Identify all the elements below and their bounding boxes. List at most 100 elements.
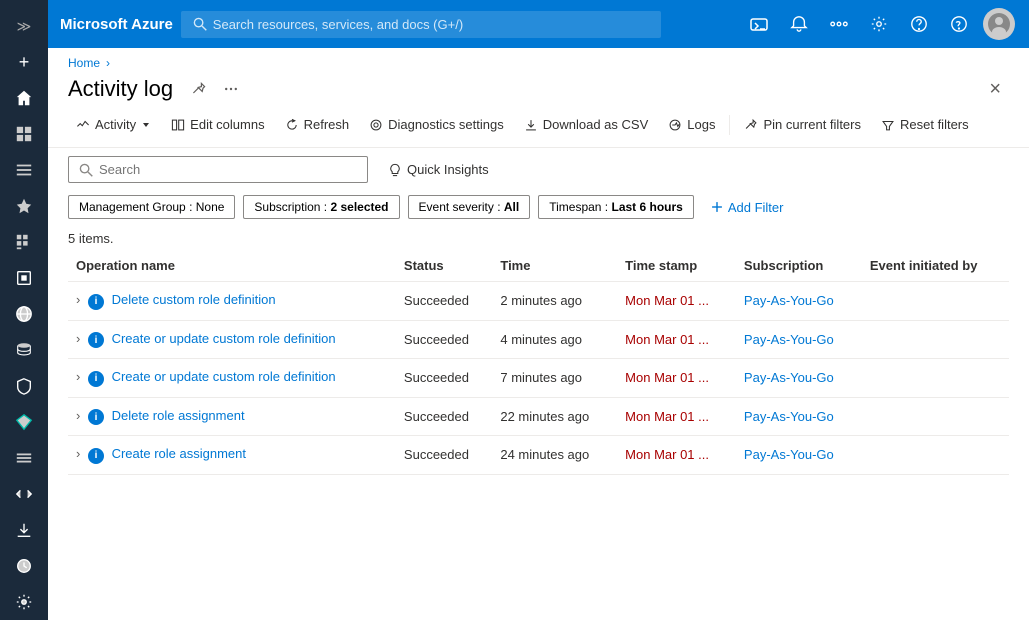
sidebar-create[interactable]: + (0, 44, 48, 80)
col-status: Status (396, 250, 492, 282)
subscription-link[interactable]: Pay-As-You-Go (744, 293, 834, 308)
sidebar-list[interactable] (0, 152, 48, 188)
sidebar-expand[interactable]: ≫ (0, 8, 48, 44)
col-subscription: Subscription (736, 250, 862, 282)
portal-menu-icon[interactable] (821, 6, 857, 42)
sidebar-home[interactable] (0, 80, 48, 116)
sidebar-portal[interactable] (0, 260, 48, 296)
cell-timestamp: Mon Mar 01 ... (617, 320, 736, 359)
download-icon (524, 118, 538, 132)
breadcrumb: Home › (48, 48, 1029, 70)
settings-icon[interactable] (861, 6, 897, 42)
notifications-icon[interactable] (781, 6, 817, 42)
table-row[interactable]: › i Delete role assignment Succeeded 22 … (68, 397, 1009, 436)
page-actions (187, 77, 243, 101)
col-initiated-by: Event initiated by (862, 250, 1009, 282)
feedback-icon[interactable] (941, 6, 977, 42)
operation-link[interactable]: Delete role assignment (112, 408, 245, 423)
cell-operation: › i Create or update custom role definit… (68, 359, 396, 398)
breadcrumb-home[interactable]: Home (68, 56, 100, 70)
sidebar-code[interactable] (0, 476, 48, 512)
cell-timestamp: Mon Mar 01 ... (617, 436, 736, 475)
sidebar-dashboard[interactable] (0, 116, 48, 152)
sidebar-grid[interactable] (0, 224, 48, 260)
topnav: Microsoft Azure (48, 0, 1029, 48)
col-timestamp: Time stamp (617, 250, 736, 282)
cell-subscription: Pay-As-You-Go (736, 320, 862, 359)
subscription-link[interactable]: Pay-As-You-Go (744, 447, 834, 462)
pin-page-button[interactable] (187, 77, 211, 101)
cloud-shell-icon[interactable] (741, 6, 777, 42)
edit-columns-button[interactable]: Edit columns (163, 112, 272, 137)
add-filter-button[interactable]: Add Filter (702, 196, 792, 219)
close-button[interactable]: × (981, 78, 1009, 101)
logs-button[interactable]: Logs (660, 112, 723, 137)
management-group-filter[interactable]: Management Group : None (68, 195, 235, 219)
cell-status: Succeeded (396, 282, 492, 321)
col-time: Time (492, 250, 617, 282)
diagnostics-button[interactable]: Diagnostics settings (361, 112, 512, 137)
sidebar-settings[interactable] (0, 584, 48, 620)
reset-filters-button[interactable]: Reset filters (873, 112, 977, 137)
page-header: Activity log × (48, 70, 1029, 102)
global-search-wrap[interactable] (181, 11, 661, 38)
cell-timestamp: Mon Mar 01 ... (617, 359, 736, 398)
cell-time: 22 minutes ago (492, 397, 617, 436)
sidebar-clock[interactable] (0, 548, 48, 584)
activity-button[interactable]: Activity (68, 112, 159, 137)
row-expand-icon[interactable]: › (76, 408, 80, 423)
operation-link[interactable]: Create or update custom role definition (112, 369, 336, 384)
sidebar-favorites[interactable] (0, 188, 48, 224)
row-expand-icon[interactable]: › (76, 446, 80, 461)
search-input[interactable] (99, 162, 357, 177)
subscription-link[interactable]: Pay-As-You-Go (744, 332, 834, 347)
cell-operation: › i Delete role assignment (68, 397, 396, 436)
filters-bar: Management Group : None Subscription : 2… (48, 191, 1029, 227)
operation-link[interactable]: Create or update custom role definition (112, 331, 336, 346)
sidebar-globe[interactable] (0, 296, 48, 332)
event-severity-filter[interactable]: Event severity : All (408, 195, 531, 219)
subscription-filter[interactable]: Subscription : 2 selected (243, 195, 399, 219)
global-search-input[interactable] (213, 17, 649, 32)
cell-time: 7 minutes ago (492, 359, 617, 398)
search-input-wrap[interactable] (68, 156, 368, 183)
table-row[interactable]: › i Delete custom role definition Succee… (68, 282, 1009, 321)
operation-link[interactable]: Delete custom role definition (112, 292, 276, 307)
row-expand-icon[interactable]: › (76, 331, 80, 346)
reset-icon (881, 118, 895, 132)
more-options-button[interactable] (219, 77, 243, 101)
row-expand-icon[interactable]: › (76, 369, 80, 384)
download-csv-button[interactable]: Download as CSV (516, 112, 657, 137)
subscription-link[interactable]: Pay-As-You-Go (744, 370, 834, 385)
user-avatar (983, 8, 1015, 40)
pin-filters-button[interactable]: Pin current filters (736, 112, 869, 137)
cell-initiated-by (862, 359, 1009, 398)
sidebar-diamond[interactable] (0, 404, 48, 440)
sidebar-lines[interactable] (0, 440, 48, 476)
topnav-icons (741, 6, 1017, 42)
cell-status: Succeeded (396, 320, 492, 359)
columns-icon (171, 118, 185, 132)
table-body: › i Delete custom role definition Succee… (68, 282, 1009, 475)
timespan-filter[interactable]: Timespan : Last 6 hours (538, 195, 694, 219)
help-icon[interactable] (901, 6, 937, 42)
subscription-link[interactable]: Pay-As-You-Go (744, 409, 834, 424)
main-area: Microsoft Azure (48, 0, 1029, 620)
table-row[interactable]: › i Create or update custom role definit… (68, 320, 1009, 359)
avatar-icon[interactable] (981, 6, 1017, 42)
refresh-button[interactable]: Refresh (277, 112, 358, 137)
table-row[interactable]: › i Create or update custom role definit… (68, 359, 1009, 398)
quick-insights-button[interactable]: Quick Insights (380, 157, 497, 182)
cell-status: Succeeded (396, 359, 492, 398)
activity-icon (76, 118, 90, 132)
operation-link[interactable]: Create role assignment (112, 446, 246, 461)
row-expand-icon[interactable]: › (76, 292, 80, 307)
table-header-row: Operation name Status Time Time stamp Su… (68, 250, 1009, 282)
sidebar-download[interactable] (0, 512, 48, 548)
search-bar: Quick Insights (48, 148, 1029, 191)
info-icon: i (88, 371, 104, 387)
sidebar-database[interactable] (0, 332, 48, 368)
cell-subscription: Pay-As-You-Go (736, 436, 862, 475)
table-row[interactable]: › i Create role assignment Succeeded 24 … (68, 436, 1009, 475)
sidebar-shield[interactable] (0, 368, 48, 404)
